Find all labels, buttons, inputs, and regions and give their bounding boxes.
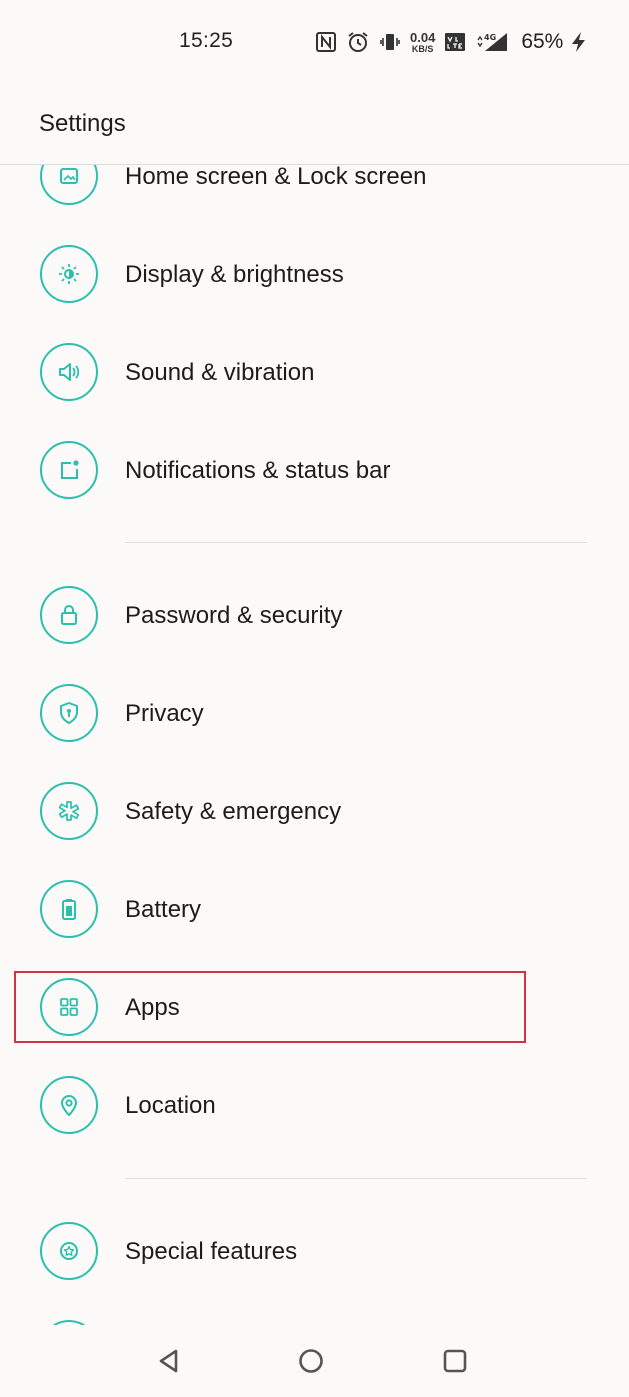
net-speed-value: 0.04 bbox=[410, 29, 436, 45]
settings-item-label: Display & brightness bbox=[125, 261, 344, 288]
apps-grid-icon bbox=[40, 978, 98, 1036]
settings-item-partial[interactable] bbox=[0, 1301, 629, 1325]
settings-item-notifications[interactable]: Notifications & status bar bbox=[0, 422, 629, 520]
notification-icon bbox=[40, 441, 98, 499]
settings-item-label: Sound & vibration bbox=[125, 359, 315, 386]
settings-item-label: Home screen & Lock screen bbox=[125, 165, 427, 190]
battery-icon bbox=[40, 880, 98, 938]
sound-icon bbox=[40, 343, 98, 401]
net-speed: 0.04 KB/S bbox=[410, 31, 435, 54]
recents-icon[interactable] bbox=[433, 1339, 477, 1383]
net-speed-unit: KB/S bbox=[411, 43, 434, 54]
settings-item-apps[interactable]: Apps bbox=[0, 959, 629, 1057]
settings-item-label: Password & security bbox=[125, 602, 343, 629]
emergency-icon bbox=[40, 782, 98, 840]
settings-item-privacy[interactable]: Privacy bbox=[0, 665, 629, 763]
lock-icon bbox=[40, 586, 98, 644]
brightness-icon bbox=[40, 245, 98, 303]
home-icon[interactable] bbox=[289, 1339, 333, 1383]
battery-percent: 65% bbox=[521, 30, 564, 53]
charging-icon bbox=[567, 30, 591, 54]
section-divider bbox=[125, 542, 587, 543]
status-time: 15:25 bbox=[179, 29, 234, 52]
settings-list[interactable]: Home screen & Lock screen Display & brig… bbox=[0, 165, 629, 1325]
settings-item-label: Safety & emergency bbox=[125, 798, 342, 825]
4g-signal-icon: 4G bbox=[475, 30, 509, 54]
section-divider bbox=[125, 1178, 587, 1179]
settings-item-label: Location bbox=[125, 1092, 216, 1119]
alarm-icon bbox=[346, 30, 370, 54]
volte-icon bbox=[443, 30, 467, 54]
home-screen-icon bbox=[40, 165, 98, 205]
svg-text:4G: 4G bbox=[484, 33, 496, 42]
special-features-icon bbox=[40, 1222, 98, 1280]
navigation-bar bbox=[0, 1325, 629, 1397]
status-bar: 15:25 0.04 KB/S 4G 65% bbox=[0, 0, 629, 84]
settings-item-location[interactable]: Location bbox=[0, 1057, 629, 1155]
settings-item-display[interactable]: Display & brightness bbox=[0, 226, 629, 324]
settings-item-label: Notifications & status bar bbox=[125, 457, 391, 484]
back-icon[interactable] bbox=[147, 1339, 191, 1383]
settings-item-battery[interactable]: Battery bbox=[0, 861, 629, 959]
privacy-shield-icon bbox=[40, 684, 98, 742]
settings-item-label: Special features bbox=[125, 1238, 298, 1265]
status-icons: 0.04 KB/S 4G 65% bbox=[314, 28, 599, 56]
settings-item-home-screen[interactable]: Home screen & Lock screen bbox=[0, 165, 629, 226]
settings-item-safety[interactable]: Safety & emergency bbox=[0, 763, 629, 861]
vibrate-icon bbox=[378, 30, 402, 54]
settings-item-sound[interactable]: Sound & vibration bbox=[0, 324, 629, 422]
settings-item-password[interactable]: Password & security bbox=[0, 567, 629, 665]
settings-item-label: Apps bbox=[125, 994, 180, 1021]
location-pin-icon bbox=[40, 1076, 98, 1134]
page-title: Settings bbox=[39, 110, 126, 137]
app-header: Settings bbox=[0, 84, 629, 164]
settings-item-special-features[interactable]: Special features bbox=[0, 1203, 629, 1301]
settings-item-label: Privacy bbox=[125, 700, 204, 727]
settings-item-label: Battery bbox=[125, 896, 202, 923]
nfc-icon bbox=[314, 30, 338, 54]
